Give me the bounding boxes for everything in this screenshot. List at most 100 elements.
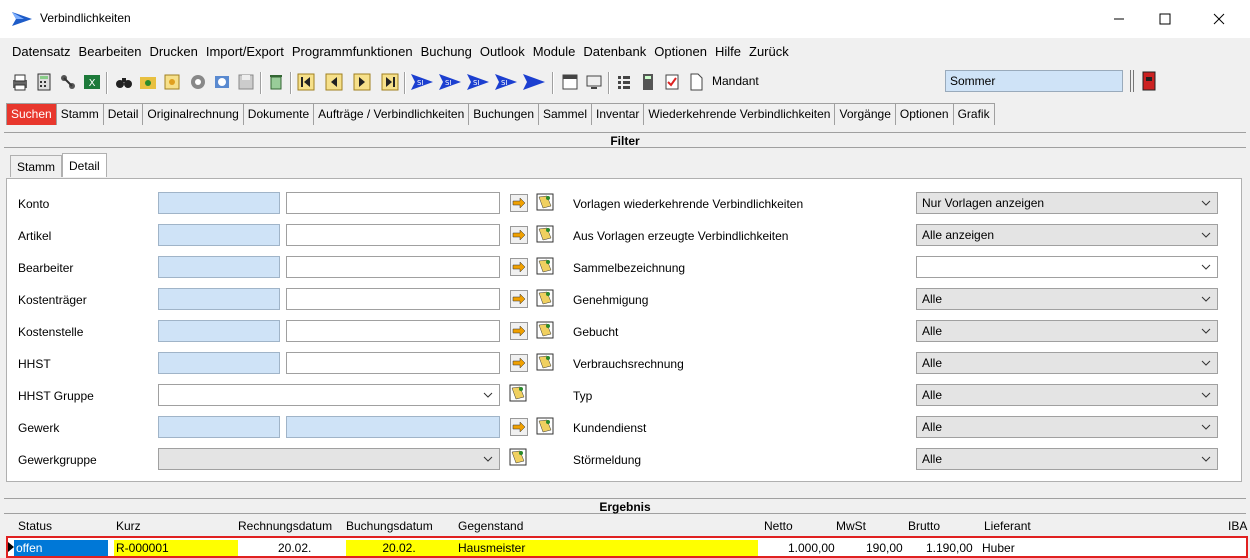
aus-vorlagen-select[interactable]: Alle anzeigen bbox=[916, 224, 1218, 246]
stoermeldung-select[interactable]: Alle bbox=[916, 448, 1218, 470]
save-icon[interactable] bbox=[236, 72, 256, 92]
col-gegenstand[interactable]: Gegenstand bbox=[458, 519, 523, 533]
tab-suchen[interactable]: Suchen bbox=[6, 103, 57, 125]
settings-gear-icon[interactable] bbox=[188, 72, 208, 92]
new-document-icon[interactable] bbox=[162, 72, 182, 92]
bearbeiter-code-input[interactable] bbox=[158, 256, 280, 278]
lookup-icon[interactable] bbox=[508, 447, 528, 467]
calculator-icon[interactable] bbox=[34, 72, 54, 92]
network-icon[interactable] bbox=[58, 72, 78, 92]
cell-mwst[interactable]: 190,00 bbox=[866, 540, 903, 556]
gewerkgruppe-select[interactable] bbox=[158, 448, 500, 470]
print-icon[interactable] bbox=[10, 72, 30, 92]
col-status[interactable]: Status bbox=[18, 519, 52, 533]
gewerk-code-input[interactable] bbox=[158, 416, 280, 438]
first-record-icon[interactable] bbox=[296, 72, 316, 92]
tab-stamm[interactable]: Stamm bbox=[55, 103, 104, 125]
si-arrow-icon[interactable]: SI bbox=[410, 72, 434, 92]
tab-detail[interactable]: Detail bbox=[102, 103, 144, 125]
hhst-code-input[interactable] bbox=[158, 352, 280, 374]
tab-vorgaenge[interactable]: Vorgänge bbox=[834, 103, 896, 125]
lookup-icon[interactable] bbox=[535, 352, 555, 372]
gewerk-name-input[interactable] bbox=[286, 416, 500, 438]
gebucht-select[interactable]: Alle bbox=[916, 320, 1218, 342]
tab-dokumente[interactable]: Dokumente bbox=[242, 103, 315, 125]
arrow-right-icon[interactable] bbox=[510, 418, 528, 436]
tab-buchungen[interactable]: Buchungen bbox=[468, 103, 539, 125]
typ-select[interactable]: Alle bbox=[916, 384, 1218, 406]
document-icon[interactable] bbox=[686, 72, 706, 92]
cell-brutto[interactable]: 1.190,00 bbox=[926, 540, 973, 556]
subtab-stamm[interactable]: Stamm bbox=[10, 155, 63, 177]
arrow-right-icon[interactable] bbox=[510, 290, 528, 308]
konto-code-input[interactable] bbox=[158, 192, 280, 214]
col-iban[interactable]: IBA bbox=[1228, 519, 1247, 533]
si-arrow-icon[interactable]: SI bbox=[438, 72, 462, 92]
maximize-button[interactable] bbox=[1142, 0, 1188, 38]
cell-gegenstand[interactable]: Hausmeister bbox=[452, 540, 758, 556]
arrow-right-icon[interactable] bbox=[510, 322, 528, 340]
table-row[interactable]: offen R-000001 20.02. 20.02. Hausmeister… bbox=[6, 536, 1248, 558]
binoculars-icon[interactable] bbox=[114, 72, 134, 92]
cell-kurz[interactable]: R-000001 bbox=[114, 540, 238, 556]
col-netto[interactable]: Netto bbox=[764, 519, 793, 533]
menu-buchung[interactable]: Buchung bbox=[421, 42, 472, 62]
monitor-icon[interactable] bbox=[584, 72, 604, 92]
col-buchungsdatum[interactable]: Buchungsdatum bbox=[346, 519, 433, 533]
arrow-right-icon[interactable] bbox=[510, 194, 528, 212]
cell-buchungsdatum[interactable]: 20.02. bbox=[346, 540, 452, 556]
folder-open-icon[interactable] bbox=[138, 72, 158, 92]
tab-wiederkehrende[interactable]: Wiederkehrende Verbindlichkeiten bbox=[643, 103, 836, 125]
list-icon[interactable] bbox=[614, 72, 634, 92]
delete-recycle-icon[interactable] bbox=[266, 72, 286, 92]
menu-datenbank[interactable]: Datenbank bbox=[583, 42, 646, 62]
col-brutto[interactable]: Brutto bbox=[908, 519, 940, 533]
menu-module[interactable]: Module bbox=[533, 42, 576, 62]
menu-optionen[interactable]: Optionen bbox=[654, 42, 707, 62]
vorlagen-select[interactable]: Nur Vorlagen anzeigen bbox=[916, 192, 1218, 214]
menu-outlook[interactable]: Outlook bbox=[480, 42, 525, 62]
calculator-small-icon[interactable] bbox=[638, 72, 658, 92]
arrow-right-icon[interactable] bbox=[510, 226, 528, 244]
arrow-icon[interactable] bbox=[522, 72, 546, 92]
lookup-icon[interactable] bbox=[535, 416, 555, 436]
artikel-code-input[interactable] bbox=[158, 224, 280, 246]
subtab-detail[interactable]: Detail bbox=[62, 153, 107, 177]
hhst-gruppe-select[interactable] bbox=[158, 384, 500, 406]
cell-rechnungsdatum[interactable]: 20.02. bbox=[278, 540, 311, 556]
arrow-right-icon[interactable] bbox=[510, 258, 528, 276]
menu-bearbeiten[interactable]: Bearbeiten bbox=[79, 42, 142, 62]
cell-netto[interactable]: 1.000,00 bbox=[788, 540, 835, 556]
checklist-icon[interactable] bbox=[662, 72, 682, 92]
refresh-icon[interactable] bbox=[212, 72, 232, 92]
tab-optionen[interactable]: Optionen bbox=[894, 103, 954, 125]
lookup-icon[interactable] bbox=[535, 320, 555, 340]
genehmigung-select[interactable]: Alle bbox=[916, 288, 1218, 310]
lookup-icon[interactable] bbox=[535, 224, 555, 244]
next-record-icon[interactable] bbox=[352, 72, 372, 92]
col-rechnungsdatum[interactable]: Rechnungsdatum bbox=[238, 519, 332, 533]
cell-lieferant[interactable]: Huber bbox=[982, 540, 1015, 556]
menu-datensatz[interactable]: Datensatz bbox=[12, 42, 71, 62]
lookup-icon[interactable] bbox=[535, 288, 555, 308]
minimize-button[interactable] bbox=[1096, 0, 1142, 38]
col-mwst[interactable]: MwSt bbox=[836, 519, 866, 533]
tab-auftraege[interactable]: Aufträge / Verbindlichkeiten bbox=[313, 103, 470, 125]
tab-originalrechnung[interactable]: Originalrechnung bbox=[142, 103, 244, 125]
close-button[interactable] bbox=[1196, 0, 1242, 38]
col-kurz[interactable]: Kurz bbox=[116, 519, 141, 533]
lookup-icon[interactable] bbox=[508, 383, 528, 403]
excel-icon[interactable]: X bbox=[82, 72, 102, 92]
sammelbezeichnung-select[interactable] bbox=[916, 256, 1218, 278]
kundendienst-select[interactable]: Alle bbox=[916, 416, 1218, 438]
previous-record-icon[interactable] bbox=[324, 72, 344, 92]
verbrauchsrechnung-select[interactable]: Alle bbox=[916, 352, 1218, 374]
lookup-icon[interactable] bbox=[535, 256, 555, 276]
bearbeiter-name-input[interactable] bbox=[286, 256, 500, 278]
lookup-icon[interactable] bbox=[535, 192, 555, 212]
col-lieferant[interactable]: Lieferant bbox=[984, 519, 1031, 533]
mandant-input[interactable]: Sommer bbox=[945, 70, 1123, 92]
menu-hilfe[interactable]: Hilfe bbox=[715, 42, 741, 62]
si-arrow-icon[interactable]: SI bbox=[466, 72, 490, 92]
menu-programmfunktionen[interactable]: Programmfunktionen bbox=[292, 42, 413, 62]
